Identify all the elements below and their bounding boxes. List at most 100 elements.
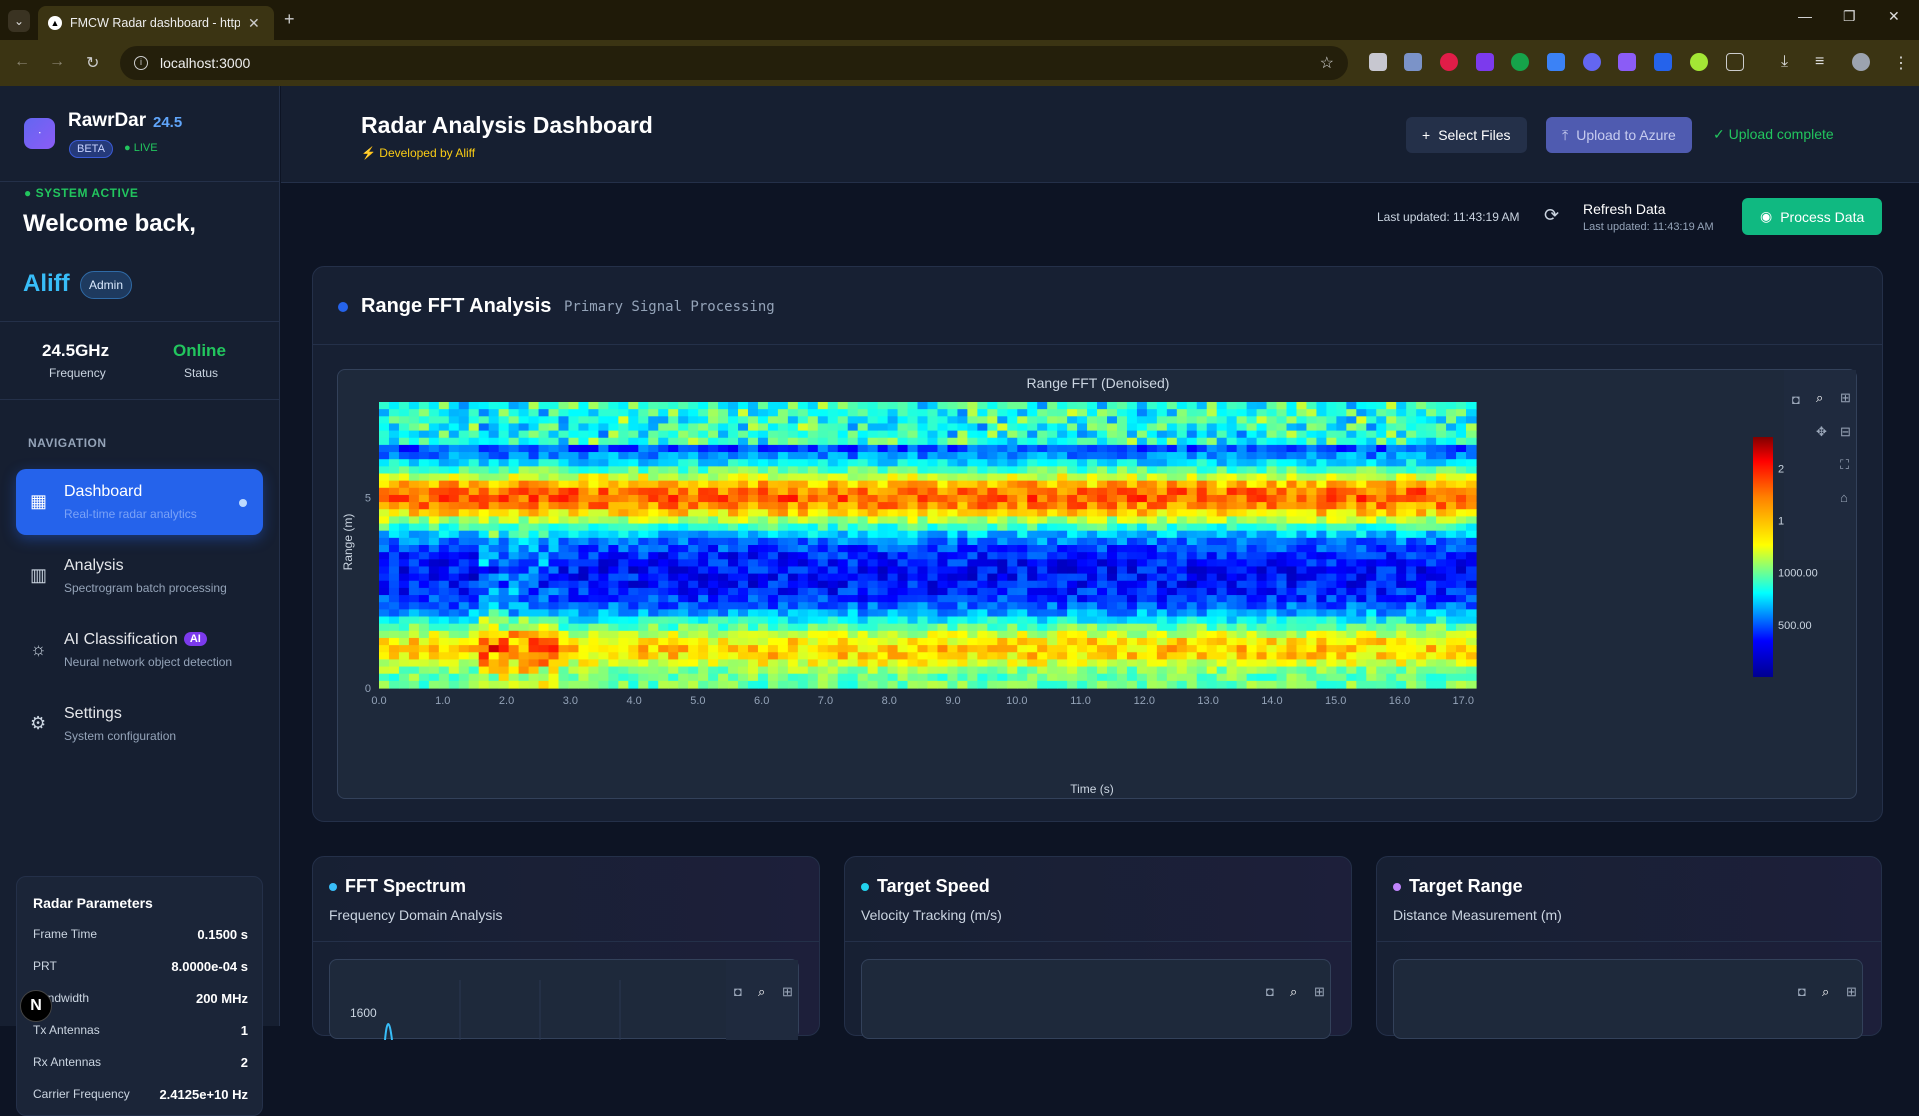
site-info-icon[interactable]: i [134, 56, 148, 70]
heatmap-cell [608, 416, 619, 425]
heatmap-cell [648, 480, 659, 489]
camera-icon[interactable]: ◘ [734, 984, 742, 999]
tab-search-button[interactable]: ⌄ [8, 10, 30, 32]
zoom-icon[interactable]: ⌕ [1290, 984, 1297, 1000]
heatmap-cell [608, 402, 619, 410]
profile-avatar[interactable] [1852, 53, 1870, 71]
extension-icon[interactable] [1404, 53, 1422, 71]
select-files-button[interactable]: + Select Files [1406, 117, 1527, 153]
camera-icon[interactable]: ◘ [1798, 984, 1806, 999]
extension-icon[interactable] [1654, 53, 1672, 71]
heatmap-cell [977, 602, 988, 610]
heatmap-cell [897, 645, 909, 653]
heatmap-cell [1126, 437, 1138, 446]
zoom-in-icon[interactable]: ⊞ [1840, 390, 1851, 406]
heatmap-cell [508, 416, 520, 425]
zoom-in-icon[interactable]: ⊞ [782, 984, 793, 1000]
refresh-data-button[interactable]: Refresh Data [1583, 201, 1665, 217]
heatmap-cell [937, 587, 949, 596]
zoom-icon[interactable]: ⌕ [1816, 390, 1823, 406]
upload-azure-button[interactable]: ⤒ Upload to Azure [1546, 117, 1692, 153]
zoom-in-icon[interactable]: ⊞ [1314, 984, 1325, 1000]
restore-button[interactable]: ❐ [1843, 8, 1856, 25]
heatmap-cell [1077, 559, 1088, 568]
heatmap-cell [1027, 673, 1038, 682]
heatmap-cell [767, 673, 779, 682]
heatmap-cell [747, 459, 759, 467]
browser-tab[interactable]: ▲ FMCW Radar dashboard - http ✕ [38, 6, 274, 40]
refresh-icon[interactable]: ⟳ [1544, 205, 1559, 226]
extension-icon[interactable] [1547, 53, 1565, 71]
close-window-button[interactable]: ✕ [1888, 8, 1900, 25]
minimize-button[interactable]: — [1798, 8, 1812, 24]
heatmap-cell [1266, 473, 1278, 482]
extension-icon[interactable] [1511, 53, 1529, 71]
heatmap-cell [857, 573, 869, 582]
heatmap-cell [1296, 552, 1308, 560]
heatmap-cell [1156, 487, 1168, 496]
heatmap-cell [1466, 673, 1477, 682]
address-bar[interactable]: i localhost:3000 ☆ [120, 46, 1348, 80]
heatmap-cell [1336, 673, 1347, 682]
extension-icon[interactable] [1476, 53, 1494, 71]
heatmap-cell [867, 494, 879, 503]
autoscale-icon[interactable]: ⛶ [1840, 457, 1849, 473]
extension-icon[interactable] [1618, 53, 1636, 71]
heatmap-cell [1017, 623, 1028, 632]
heatmap-cell [648, 409, 659, 417]
heatmap-cell [917, 566, 929, 575]
zoom-icon[interactable]: ⌕ [1822, 984, 1829, 1000]
extensions-puzzle-icon[interactable] [1726, 53, 1744, 71]
camera-icon[interactable]: ◘ [1266, 984, 1274, 999]
extension-icon[interactable] [1369, 53, 1387, 71]
heatmap-cell [628, 616, 639, 625]
close-tab-icon[interactable]: ✕ [248, 15, 260, 32]
back-icon[interactable]: ← [14, 53, 30, 71]
heatmap-cell [1336, 666, 1347, 675]
heatmap-cell [528, 645, 540, 653]
heatmap-cell [1126, 487, 1138, 496]
nav-item-settings[interactable]: ⚙ Settings System configuration [16, 691, 263, 757]
zoom-out-icon[interactable]: ⊟ [1840, 424, 1851, 440]
heatmap-cell [1236, 480, 1248, 489]
extension-icon[interactable] [1440, 53, 1458, 71]
new-tab-button[interactable]: + [284, 9, 295, 30]
heatmap-cell [997, 680, 1008, 689]
live-indicator: ● LIVE [124, 142, 158, 154]
forward-icon[interactable]: → [49, 53, 65, 71]
heatmap-cell [1406, 566, 1417, 575]
heatmap-cell [568, 523, 580, 532]
reload-icon[interactable]: ↻ [86, 53, 99, 73]
bookmark-star-icon[interactable]: ☆ [1320, 53, 1334, 73]
process-data-button[interactable]: ◉ Process Data [1742, 198, 1883, 235]
heatmap-cell [1206, 459, 1218, 467]
heatmap-cell [598, 616, 609, 625]
heatmap-cell [887, 452, 899, 460]
heatmap-cell [1436, 609, 1447, 618]
heatmap-cell [648, 459, 659, 467]
extension-icon[interactable] [1690, 53, 1708, 71]
camera-icon[interactable]: ◘ [1792, 392, 1800, 407]
nextjs-dev-badge[interactable]: N [20, 990, 52, 1022]
heatmap-cell [658, 602, 669, 610]
nav-item-dashboard[interactable]: ▦ Dashboard Real-time radar analytics [16, 469, 263, 535]
nav-item-analysis[interactable]: ▥ Analysis Spectrogram batch processing [16, 543, 263, 609]
extension-icon[interactable] [1583, 53, 1601, 71]
heatmap-cell [578, 602, 590, 610]
heatmap-cell [508, 587, 520, 596]
heatmap-cell [718, 487, 729, 496]
heatmap-cell [1107, 444, 1118, 453]
heatmap-cell [1107, 423, 1118, 432]
home-icon[interactable]: ⌂ [1840, 490, 1848, 505]
heatmap-cell [757, 530, 769, 539]
zoom-icon[interactable]: ⌕ [758, 984, 765, 1000]
media-icon[interactable]: ≡ [1815, 53, 1824, 71]
heatmap-cell [927, 480, 939, 489]
nav-item-ai-classification[interactable]: ☼ AI Classification AI Neural network obj… [16, 617, 263, 683]
heatmap-cell [1146, 666, 1158, 675]
zoom-in-icon[interactable]: ⊞ [1846, 984, 1857, 1000]
pan-icon[interactable]: ✥ [1816, 424, 1827, 440]
heatmap-cell [837, 566, 849, 575]
download-icon[interactable]: ⤓ [1781, 53, 1788, 71]
browser-menu-icon[interactable]: ⋮ [1893, 53, 1909, 73]
